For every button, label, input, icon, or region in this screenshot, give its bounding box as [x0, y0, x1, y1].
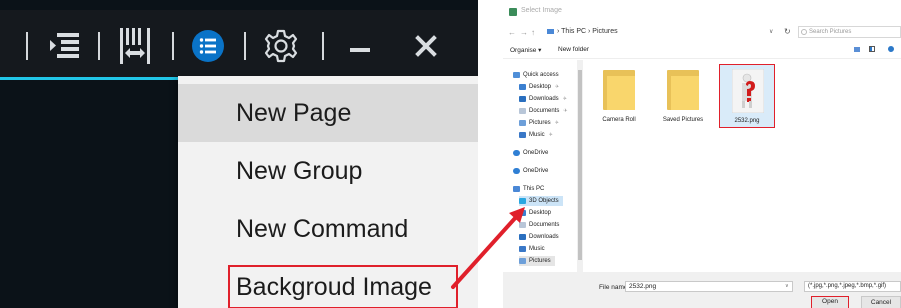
nav-pc-desktop[interactable]: Desktop	[519, 208, 551, 218]
context-menu: New Page New Group New Command Backgroud…	[178, 76, 478, 308]
pin-icon: ✈	[563, 108, 568, 114]
chevron-down-icon[interactable]: ∨	[769, 28, 773, 35]
star-icon	[513, 72, 520, 78]
breadcrumb[interactable]: › This PC › Pictures	[547, 28, 618, 35]
nav-scrollbar[interactable]	[577, 60, 583, 272]
pc-icon	[513, 186, 520, 192]
pin-icon: ✈	[562, 96, 567, 102]
cancel-button[interactable]: Cancel	[861, 296, 901, 308]
pc-icon	[547, 28, 554, 34]
file-item-saved-pictures[interactable]: Saved Pictures	[655, 64, 711, 128]
pictures-icon	[519, 120, 526, 126]
gear-icon	[264, 29, 298, 63]
address-bar: ← → ↑ › This PC › Pictures ∨ ↻ Search Pi…	[503, 24, 901, 40]
preview-pane-icon[interactable]	[869, 46, 875, 52]
list-indent-icon	[50, 33, 79, 58]
document-icon	[519, 108, 526, 114]
navigation-pane: Quick access Desktop ✈ Downloads ✈ Documen…	[503, 60, 587, 272]
open-button[interactable]: Open	[811, 296, 849, 308]
toolbar-separator	[98, 32, 100, 60]
folder-icon	[667, 70, 699, 110]
music-icon	[519, 132, 526, 138]
minimize-icon	[350, 48, 370, 52]
breadcrumb-pictures[interactable]: Pictures	[592, 28, 617, 35]
nav-downloads[interactable]: Downloads ✈	[519, 94, 567, 104]
menu-circle-icon	[192, 30, 224, 62]
columns-resize-icon	[120, 28, 150, 64]
minimize-button[interactable]	[340, 28, 380, 64]
dialog-title: Select Image	[521, 7, 562, 14]
file-name: 2532.png	[734, 118, 760, 124]
scrollbar-thumb[interactable]	[578, 70, 582, 260]
dialog-footer: File name: 2532.png ∨ (*.jpg,*.png,*.jpe…	[503, 272, 901, 308]
image-thumbnail-icon	[732, 69, 764, 113]
app-icon	[509, 8, 517, 16]
nav-this-pc[interactable]: This PC	[513, 184, 544, 194]
list-indent-button[interactable]	[36, 28, 92, 64]
file-item-camera-roll[interactable]: Camera Roll	[591, 64, 647, 128]
toolbar-separator	[322, 32, 324, 60]
file-list: Camera Roll Saved Pictures 2532.png	[589, 60, 901, 272]
pin-icon: ✈	[555, 84, 560, 90]
nav-desktop[interactable]: Desktop ✈	[519, 82, 559, 92]
organise-button[interactable]: Organise ▾	[510, 46, 541, 54]
nav-onedrive[interactable]: OneDrive	[513, 148, 548, 158]
cube-icon	[519, 198, 526, 204]
file-name: Saved Pictures	[662, 117, 704, 123]
pictures-icon	[519, 258, 526, 264]
download-icon	[519, 96, 526, 102]
menu-item-new-command[interactable]: New Command	[178, 200, 478, 258]
file-dialog: Select Image ← → ↑ › This PC › Pictures …	[503, 0, 901, 308]
settings-button[interactable]	[256, 28, 306, 64]
nav-pc-downloads[interactable]: Downloads	[519, 232, 559, 242]
folder-icon	[603, 70, 635, 110]
forward-arrow-icon[interactable]: →	[520, 28, 528, 37]
view-options-icon[interactable]	[854, 47, 860, 52]
help-icon[interactable]	[888, 46, 894, 52]
menu-item-new-group[interactable]: New Group	[178, 142, 478, 200]
file-type-select[interactable]: (*.jpg,*.png,*.jpeg,*.bmp,*.gif)	[804, 281, 901, 292]
dialog-titlebar: Select Image	[503, 0, 901, 24]
nav-pc-pictures[interactable]: Pictures	[519, 256, 555, 266]
nav-3d-objects[interactable]: 3D Objects	[519, 196, 563, 206]
menu-button[interactable]	[184, 28, 232, 64]
file-name-input[interactable]: 2532.png	[625, 281, 793, 292]
nav-onedrive-2[interactable]: OneDrive	[513, 166, 548, 176]
toolbar-separator	[172, 32, 174, 60]
toolbar-separator	[26, 32, 28, 60]
nav-pc-music[interactable]: Music	[519, 244, 545, 254]
cloud-icon	[513, 150, 520, 156]
close-button[interactable]	[406, 28, 446, 64]
nav-documents[interactable]: Documents ✈	[519, 106, 568, 116]
new-folder-button[interactable]: New folder	[558, 46, 589, 53]
nav-quick-access[interactable]: Quick access	[513, 70, 559, 80]
pin-icon: ✈	[548, 132, 553, 138]
highlight-box	[228, 265, 458, 308]
desktop-icon	[519, 84, 526, 90]
chevron-down-icon[interactable]: ∨	[785, 283, 789, 289]
up-arrow-icon[interactable]: ↑	[531, 28, 535, 37]
nav-music[interactable]: Music ✈	[519, 130, 553, 140]
file-item-2532-png[interactable]: 2532.png	[719, 64, 775, 128]
toolbar-separator	[244, 32, 246, 60]
refresh-icon[interactable]: ↻	[784, 27, 791, 36]
breadcrumb-this-pc[interactable]: This PC	[561, 28, 586, 35]
back-arrow-icon[interactable]: ←	[508, 28, 516, 37]
close-icon	[415, 35, 437, 57]
columns-resize-button[interactable]	[108, 28, 162, 64]
menu-item-new-page[interactable]: New Page	[178, 84, 478, 142]
nav-pictures[interactable]: Pictures ✈	[519, 118, 559, 128]
app-window: New Page New Group New Command Backgroud…	[0, 0, 478, 308]
file-name: Camera Roll	[602, 117, 636, 123]
music-icon	[519, 246, 526, 252]
nav-pc-documents[interactable]: Documents	[519, 220, 559, 230]
app-toolbar	[0, 10, 478, 80]
pin-icon: ✈	[554, 120, 559, 126]
command-bar: Organise ▾ New folder	[503, 42, 901, 59]
desktop-icon	[519, 210, 526, 216]
cloud-icon	[513, 168, 520, 174]
document-icon	[519, 222, 526, 228]
search-input[interactable]: Search Pictures	[798, 26, 901, 38]
download-icon	[519, 234, 526, 240]
